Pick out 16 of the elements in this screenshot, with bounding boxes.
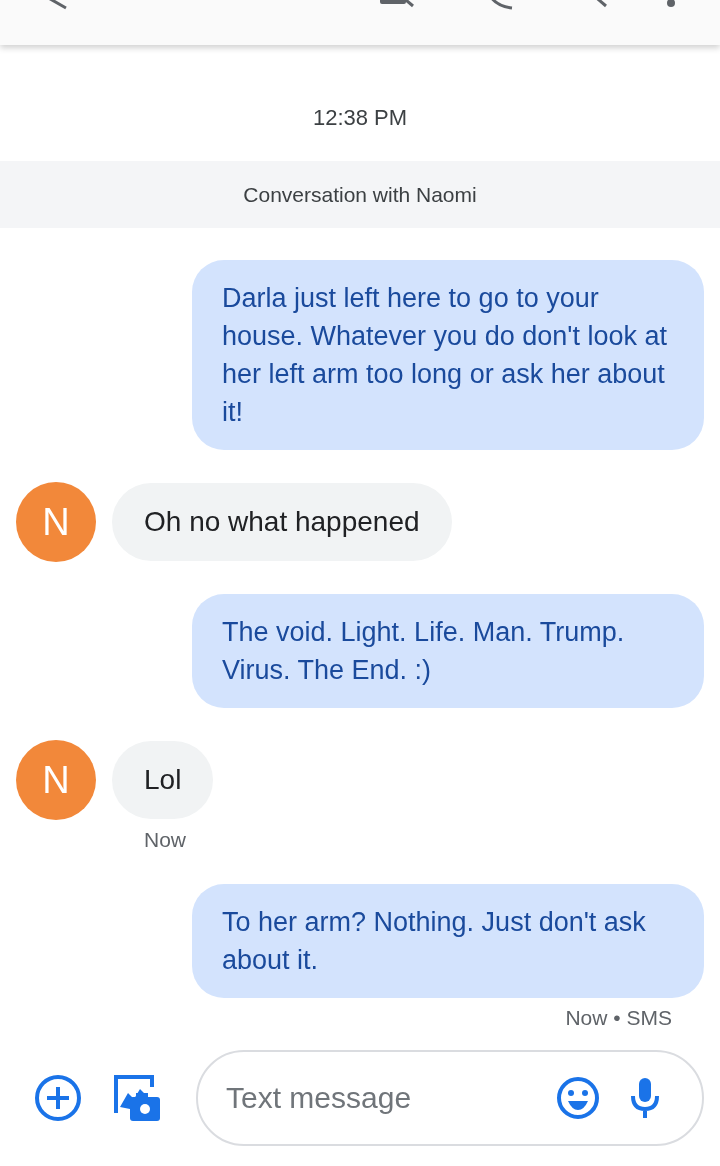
message-bubble: Lol — [112, 741, 214, 819]
microphone-icon[interactable] — [630, 1076, 660, 1120]
conversation-banner: Conversation with Naomi — [0, 161, 720, 228]
message-bubble: Oh no what happened — [112, 483, 452, 561]
message-bubble: Darla just left here to go to your house. Whatever you do don't look at her left arm too long or ask her about it! — [192, 260, 704, 450]
emoji-icon[interactable] — [556, 1076, 600, 1120]
message-bubble: The void. Light. Life. Man. Trump. Virus. The End. :) — [192, 594, 704, 708]
gallery-icon[interactable] — [112, 1073, 162, 1123]
add-icon[interactable] — [34, 1074, 82, 1122]
message-bubble: To her arm? Nothing. Just don't ask about it. — [192, 884, 704, 998]
message-time: Now — [144, 828, 186, 852]
message-input[interactable]: Text message — [196, 1050, 704, 1146]
contact-avatar[interactable]: N — [16, 740, 96, 820]
message-status: Now • SMS — [565, 1006, 672, 1030]
contact-avatar[interactable]: N — [16, 482, 96, 562]
timestamp: 12:38 PM — [311, 105, 409, 131]
